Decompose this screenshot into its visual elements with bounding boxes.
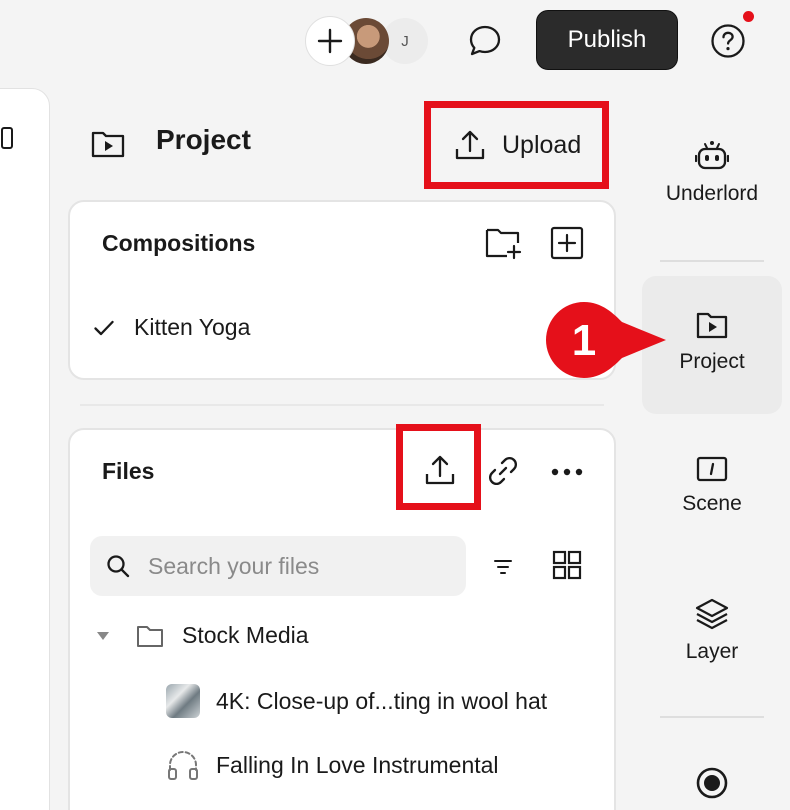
grid-icon [552,550,582,580]
chat-bubble-icon [469,25,501,56]
search-icon [107,555,130,578]
layers-icon [695,598,729,630]
new-folder-button[interactable] [484,226,522,265]
link-button[interactable] [486,454,520,493]
step-callout: 1 [546,302,666,378]
folder-label: Stock Media [182,622,309,648]
folder-add-icon [485,228,522,260]
nav-record[interactable] [642,766,782,800]
file-label: Falling In Love Instrumental [216,751,499,778]
more-horizontal-icon [551,468,583,476]
link-icon [489,457,517,485]
nav-label: Project [679,350,745,373]
files-title: Files [102,458,155,484]
scene-icon [696,456,728,482]
plus-square-icon [550,226,584,260]
folder-icon [137,625,163,647]
sort-button[interactable] [494,558,512,581]
comments-button[interactable] [466,22,504,60]
tree-file-row[interactable]: Falling In Love Instrumental [166,748,499,782]
record-icon [696,767,728,799]
canvas-panel-edge [0,88,50,810]
nav-label: Layer [685,640,739,663]
divider [660,260,764,262]
composition-label: Kitten Yoga [134,314,251,340]
compositions-panel: Compositions Kitten Yoga [68,200,616,380]
compositions-title: Compositions [102,230,256,256]
nav-scene[interactable]: Scene [642,456,782,516]
more-options-button[interactable] [550,464,584,482]
nav-label: Underlord [665,182,759,205]
file-label: 4K: Close-up of...ting in wool hat [216,687,548,714]
add-collaborator-button[interactable] [305,16,355,66]
device-icon [1,127,13,149]
files-panel: Files Search your files Stock Media 4K: … [68,428,616,810]
nav-underlord[interactable]: Underlord [642,140,782,206]
folder-play-icon [696,312,728,339]
video-thumbnail [166,684,200,718]
tree-folder-row[interactable]: Stock Media [96,622,309,649]
nav-layer[interactable]: Layer [642,598,782,664]
search-input[interactable] [148,552,448,580]
divider [660,716,764,718]
step-number: 1 [572,316,596,365]
sort-lines-icon [494,560,512,574]
folder-play-icon [90,128,126,160]
robot-icon [695,141,729,170]
new-composition-button[interactable] [550,226,584,265]
composition-item[interactable]: Kitten Yoga [94,314,250,341]
search-field[interactable] [90,536,466,596]
plus-icon [317,28,343,54]
checkmark-icon [94,320,114,335]
divider [80,404,604,406]
help-button[interactable] [709,22,747,60]
highlight-upload-top [424,101,609,189]
notification-dot [743,11,754,22]
nav-label: Scene [682,492,742,515]
page-title: Project [156,124,251,155]
tree-file-row[interactable]: 4K: Close-up of...ting in wool hat [166,684,547,718]
grid-view-button[interactable] [552,550,582,585]
headphones-icon [168,751,198,780]
question-circle-icon [711,24,745,58]
highlight-upload-files [396,424,481,510]
publish-button[interactable]: Publish [536,10,678,70]
caret-down-icon [97,631,109,640]
